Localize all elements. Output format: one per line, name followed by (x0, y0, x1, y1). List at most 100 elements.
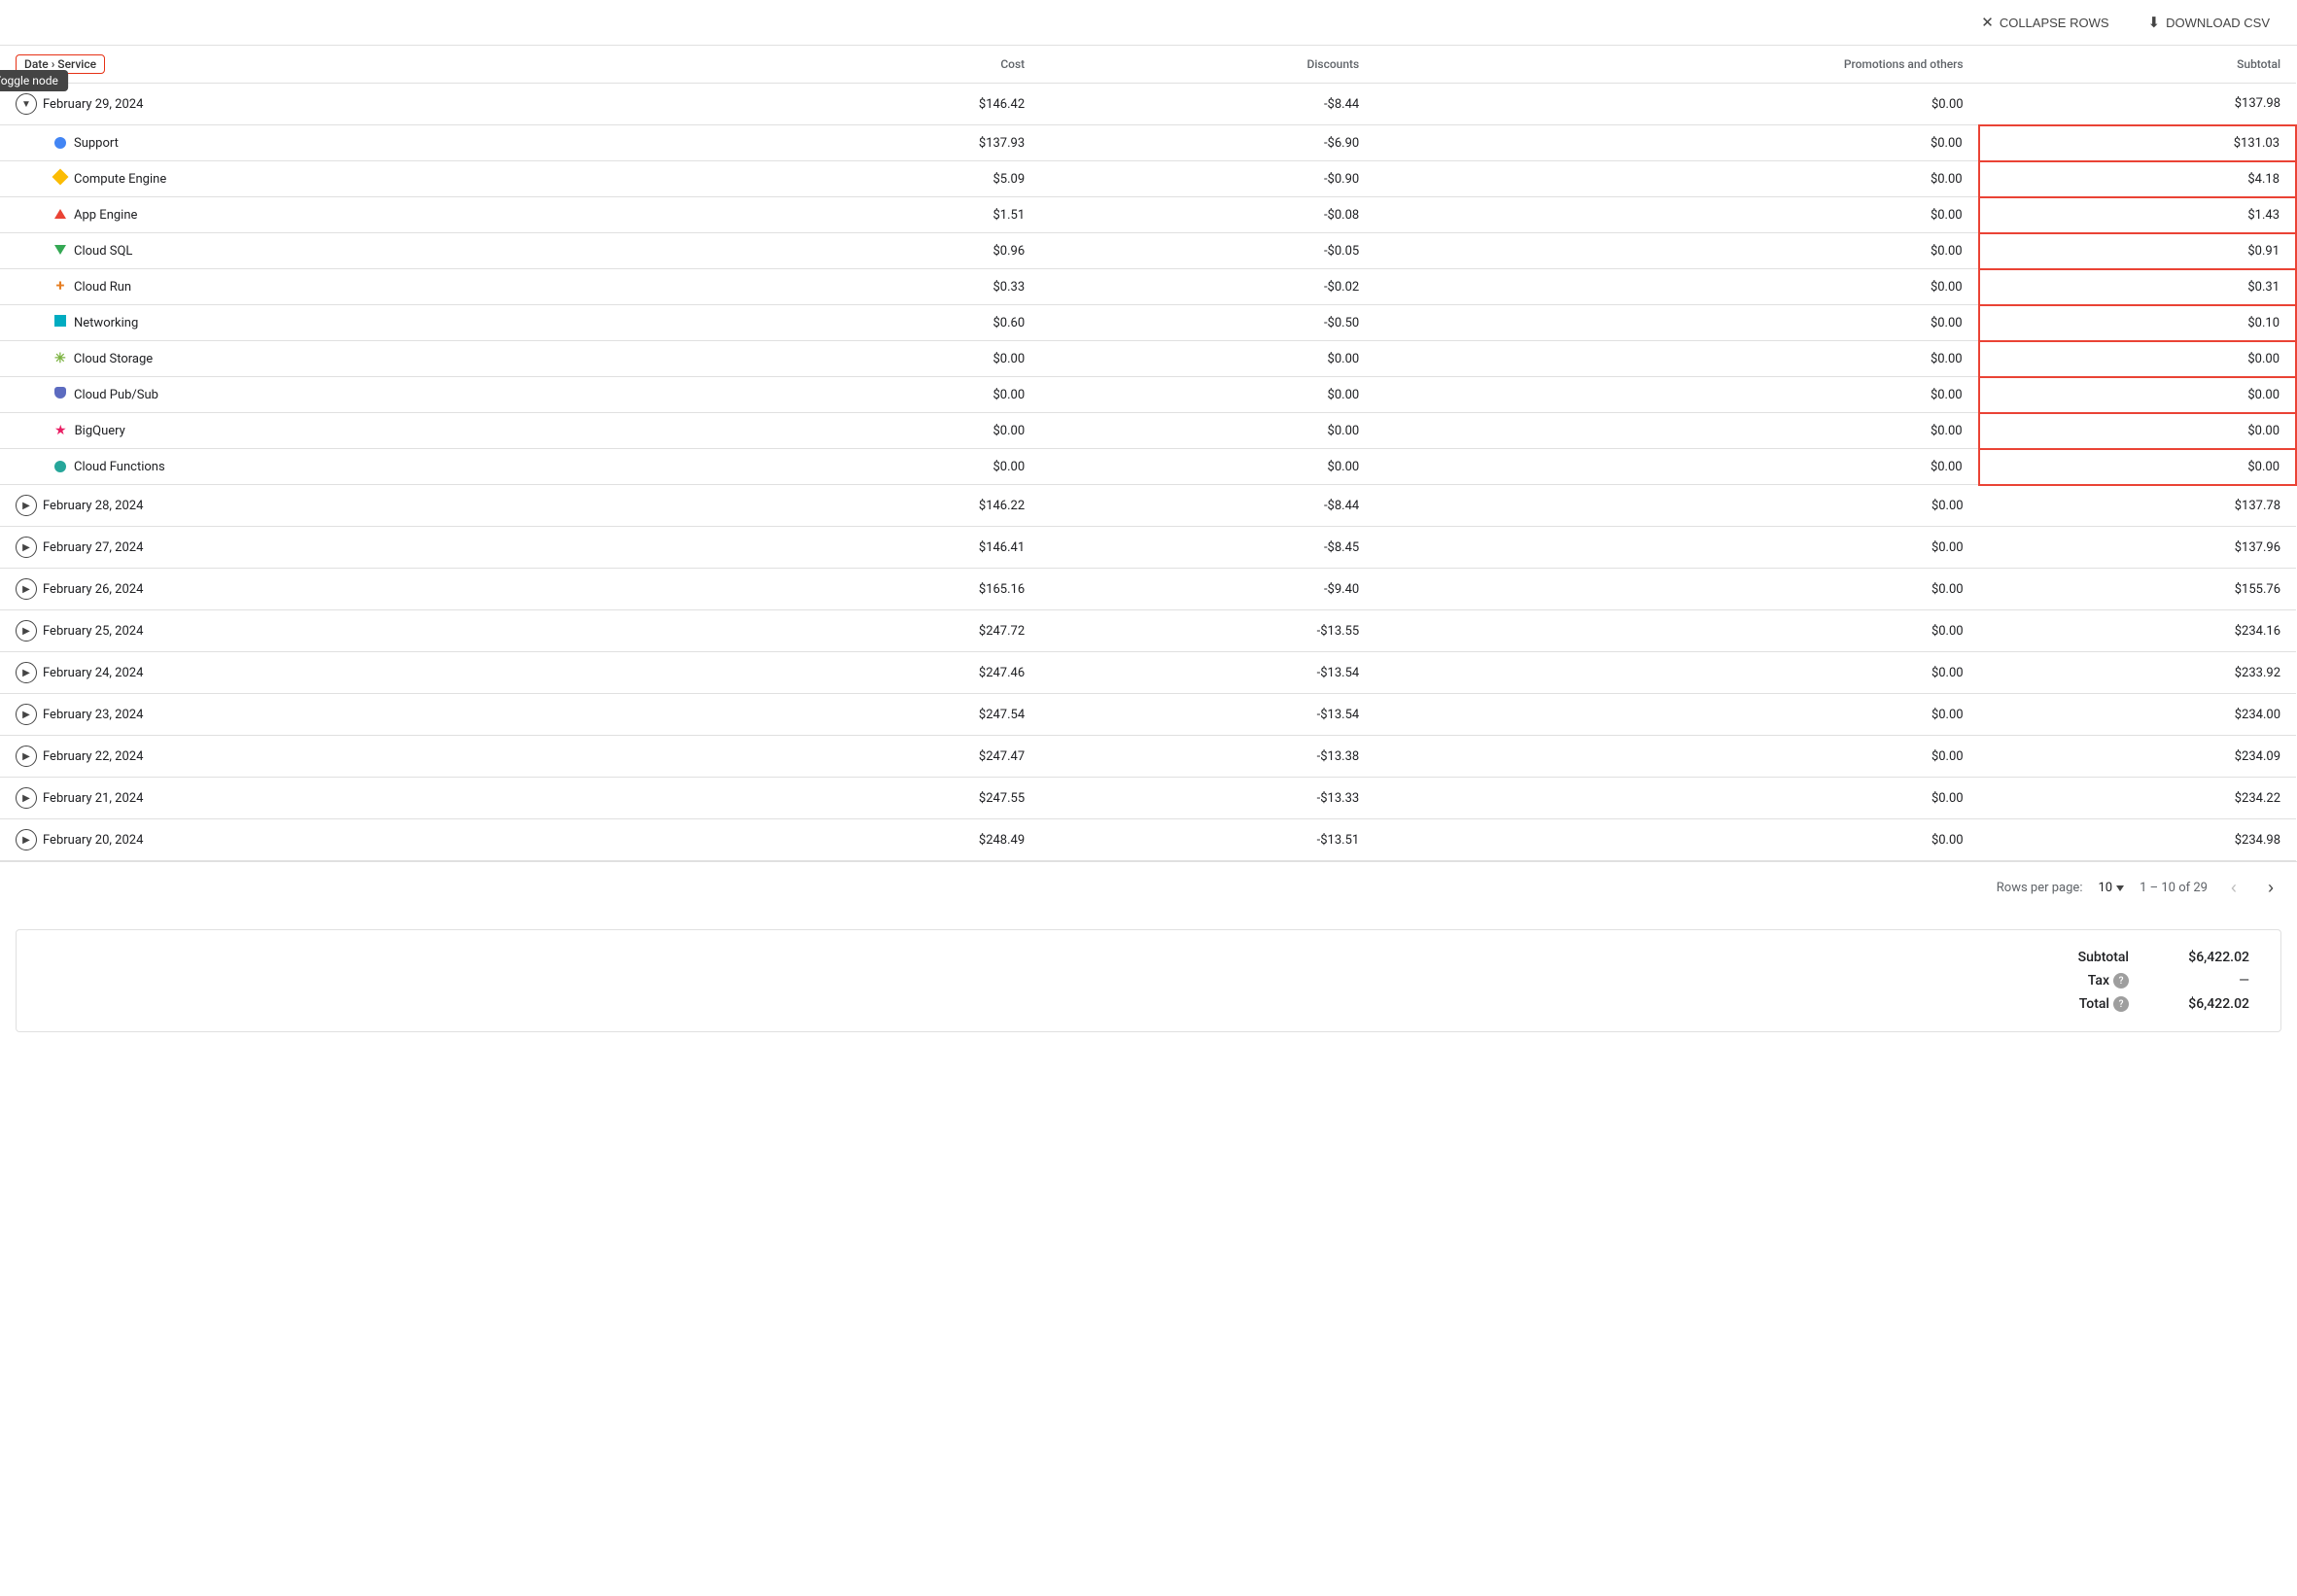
row-subtotal: $155.76 (1979, 569, 2296, 610)
collapse-rows-button[interactable]: ✕ COLLAPSE ROWS (1973, 10, 2116, 35)
table-row: Support$137.93-$6.90$0.00$131.03 (0, 125, 2296, 161)
rows-per-page-chevron (2116, 885, 2124, 891)
expand-date-button[interactable]: ▶ (16, 662, 37, 683)
svc-discounts: $0.00 (1040, 449, 1375, 485)
service-name: Cloud Pub/Sub (74, 388, 158, 402)
col-promotions: Promotions and others (1375, 46, 1978, 84)
tax-tooltip-icon[interactable]: ? (2113, 973, 2129, 989)
table-row: ▶February 24, 2024$247.46-$13.54$0.00$23… (0, 652, 2296, 694)
rows-per-page-select[interactable]: 10 (2098, 881, 2124, 895)
svc-subtotal: $0.91 (1979, 233, 2296, 269)
table-row: Compute Engine$5.09-$0.90$0.00$4.18 (0, 161, 2296, 197)
svc-subtotal: $0.10 (1979, 305, 2296, 341)
row-subtotal: $234.09 (1979, 736, 2296, 778)
date-label: February 27, 2024 (43, 540, 143, 555)
row-cost: $247.55 (731, 778, 1040, 819)
table-row: ★BigQuery$0.00$0.00$0.00$0.00 (0, 413, 2296, 449)
date-cost: $146.42 (731, 84, 1040, 125)
svc-promotions: $0.00 (1375, 413, 1978, 449)
summary-subtotal-row: Subtotal $6,422.02 (2051, 950, 2249, 965)
svc-discounts: -$6.90 (1040, 125, 1375, 161)
date-label: February 23, 2024 (43, 708, 143, 722)
date-discounts: -$8.44 (1040, 84, 1375, 125)
expand-date-button[interactable]: ▶ (16, 787, 37, 809)
top-toolbar: ✕ COLLAPSE ROWS ⬇ DOWNLOAD CSV (0, 0, 2297, 46)
table-row: ▶February 21, 2024$247.55-$13.33$0.00$23… (0, 778, 2296, 819)
rows-per-page-label: Rows per page: (1997, 881, 2083, 895)
svc-cost: $137.93 (731, 125, 1040, 161)
prev-page-button[interactable]: ‹ (2223, 874, 2245, 902)
svc-promotions: $0.00 (1375, 341, 1978, 377)
svc-promotions: $0.00 (1375, 125, 1978, 161)
row-discounts: -$13.54 (1040, 694, 1375, 736)
svc-discounts: -$0.05 (1040, 233, 1375, 269)
expand-date-button[interactable]: ▶ (16, 620, 37, 642)
svc-subtotal: $0.31 (1979, 269, 2296, 305)
row-promotions: $0.00 (1375, 527, 1978, 569)
total-label: Total ? (2051, 996, 2129, 1012)
row-promotions: $0.00 (1375, 610, 1978, 652)
svc-subtotal: $1.43 (1979, 197, 2296, 233)
service-name: Support (74, 136, 119, 151)
summary-section: Subtotal $6,422.02 Tax ? — Total ? $6,42… (16, 929, 2281, 1032)
row-cost: $247.47 (731, 736, 1040, 778)
svc-cost: $5.09 (731, 161, 1040, 197)
expand-date-button[interactable]: ▶ (16, 578, 37, 600)
date-label: February 25, 2024 (43, 624, 143, 639)
service-name: BigQuery (75, 424, 125, 438)
row-subtotal: $233.92 (1979, 652, 2296, 694)
service-name: App Engine (74, 208, 137, 223)
summary-total-row: Total ? $6,422.02 (2051, 996, 2249, 1012)
service-name: Cloud Run (74, 280, 131, 295)
expanded-date-label: February 29, 2024 (43, 97, 143, 112)
expand-date-button[interactable]: ▶ (16, 746, 37, 767)
table-row: ✳Cloud Storage$0.00$0.00$0.00$0.00 (0, 341, 2296, 377)
svc-discounts: $0.00 (1040, 413, 1375, 449)
row-discounts: -$8.45 (1040, 527, 1375, 569)
svc-promotions: $0.00 (1375, 197, 1978, 233)
row-promotions: $0.00 (1375, 652, 1978, 694)
col-discounts: Discounts (1040, 46, 1375, 84)
service-name: Compute Engine (74, 172, 166, 187)
next-page-button[interactable]: › (2260, 874, 2281, 902)
col-subtotal: Subtotal (1979, 46, 2296, 84)
col-date-service: Date › Service (0, 46, 731, 84)
row-promotions: $0.00 (1375, 569, 1978, 610)
expand-feb29-button[interactable]: ▼ (16, 93, 37, 115)
rows-per-page-value: 10 (2098, 881, 2112, 895)
date-label: February 24, 2024 (43, 666, 143, 680)
collapse-rows-icon: ✕ (1981, 14, 1994, 31)
svc-discounts: $0.00 (1040, 377, 1375, 413)
row-cost: $247.54 (731, 694, 1040, 736)
date-label: February 21, 2024 (43, 791, 143, 806)
download-csv-button[interactable]: ⬇ DOWNLOAD CSV (2140, 10, 2278, 35)
date-promotions: $0.00 (1375, 84, 1978, 125)
svc-cost: $0.00 (731, 377, 1040, 413)
service-name: Cloud Functions (74, 460, 165, 474)
service-icon (54, 137, 66, 149)
row-discounts: -$9.40 (1040, 569, 1375, 610)
svc-subtotal: $0.00 (1979, 377, 2296, 413)
row-cost: $247.72 (731, 610, 1040, 652)
svc-subtotal: $0.00 (1979, 449, 2296, 485)
svc-discounts: -$0.08 (1040, 197, 1375, 233)
service-name: Cloud SQL (74, 244, 132, 259)
expand-date-button[interactable]: ▶ (16, 829, 37, 850)
row-cost: $165.16 (731, 569, 1040, 610)
expand-date-button[interactable]: ▶ (16, 537, 37, 558)
service-icon (54, 461, 66, 472)
svc-promotions: $0.00 (1375, 233, 1978, 269)
table-row: Cloud Pub/Sub$0.00$0.00$0.00$0.00 (0, 377, 2296, 413)
total-value: $6,422.02 (2152, 996, 2249, 1012)
row-promotions: $0.00 (1375, 778, 1978, 819)
date-label: February 28, 2024 (43, 499, 143, 513)
total-tooltip-icon[interactable]: ? (2113, 996, 2129, 1012)
table-row: ▶February 27, 2024$146.41-$8.45$0.00$137… (0, 527, 2296, 569)
row-subtotal: $234.22 (1979, 778, 2296, 819)
expand-date-button[interactable]: ▶ (16, 495, 37, 516)
date-label: February 22, 2024 (43, 749, 143, 764)
table-row: ▶February 23, 2024$247.54-$13.54$0.00$23… (0, 694, 2296, 736)
expand-date-button[interactable]: ▶ (16, 704, 37, 725)
svc-promotions: $0.00 (1375, 161, 1978, 197)
svc-discounts: -$0.50 (1040, 305, 1375, 341)
